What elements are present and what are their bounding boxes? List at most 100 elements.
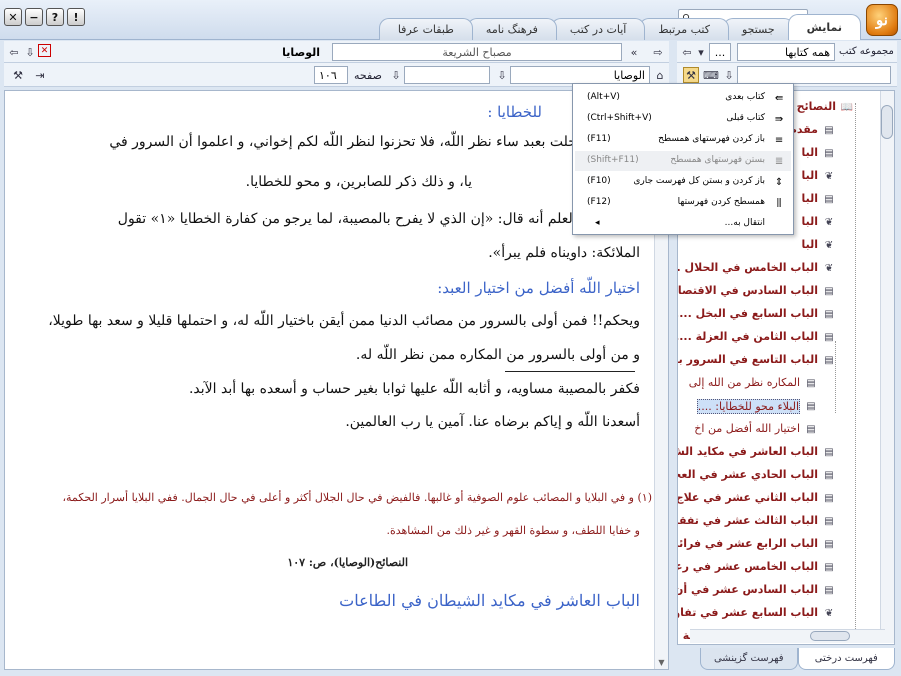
tree-node[interactable]: ▤ البلاء محو للخطايا: .... (678, 396, 878, 416)
flatten-icon: ⫼ (776, 197, 782, 209)
more-button[interactable]: ... (709, 43, 731, 61)
text-line: يا، و ذلك ذكر للصابرين، و محو للخطايا. (245, 174, 472, 190)
keyboard-icon[interactable]: ⌨ (703, 67, 719, 83)
tag-icon[interactable]: ⌂ (652, 67, 668, 83)
tree-node[interactable]: ▤ الباب التاسع في السرور به (678, 350, 878, 370)
book-title-field[interactable]: مصباح الشریعة (332, 43, 622, 61)
next-chapter-heading: الباب العاشر في مكايد الشيطان في الطاعات (339, 591, 640, 610)
page-reference: النصائح(الوصايا)، ص: ١٠٧ (287, 556, 408, 569)
menu-item-shortcut: (F11) (587, 134, 611, 144)
tree-node[interactable]: ▤ الباب السادس في الاقتصاد (678, 281, 878, 301)
book-open-icon: 📖 (840, 101, 854, 113)
close-book-icon[interactable]: ✕ (38, 44, 51, 57)
rewind-icon[interactable]: « (626, 44, 642, 60)
tree-node[interactable]: ▤ اختيار الله أفضل من اخ (678, 419, 878, 439)
page-icon: ▤ (824, 469, 834, 481)
export-icon[interactable]: ⇥ (32, 67, 48, 83)
tree-node-label: الباب الثامن في العزلة ..... (677, 330, 818, 343)
leaf-icon: ❦ (824, 262, 834, 274)
tree-node[interactable]: ▤ الباب السادس عشر في أن ا (678, 580, 878, 600)
scroll-down-icon[interactable]: ▼ (656, 658, 667, 667)
tab-3[interactable]: آیات در کتب (550, 18, 646, 40)
back-arrow-icon[interactable]: ⇦ (6, 44, 22, 60)
menu-item-label: کتاب قبلی (726, 113, 765, 123)
page-number-input[interactable]: ١٠٦ (314, 66, 348, 84)
tree-node[interactable]: ▤ الباب الثاني عشر في علاج ا (678, 488, 878, 508)
down-arrow-icon[interactable]: ⇩ (22, 44, 38, 60)
tab-0[interactable]: نمایش (787, 14, 861, 40)
page-select[interactable] (404, 66, 490, 84)
footnote-line: و خفايا اللطف، و سطوة القهر و غير ذلك من… (386, 524, 640, 537)
main-tabs: نمایش جستجو کتب مرتبط آیات در کتب فرهنگ نامه… (140, 14, 861, 40)
tree-node-label: الباب السابع عشر في تفاوت (677, 606, 818, 619)
tree-node-label: الباب الحادي عشر في العجب (677, 468, 818, 481)
tab-4[interactable]: فرهنگ نامه (466, 18, 557, 40)
forward-arrow-icon[interactable]: ⇨ (650, 44, 666, 60)
section-down-icon[interactable]: ⇩ (494, 67, 510, 83)
page-icon: ▤ (806, 423, 816, 435)
tree-node-label: البا (801, 192, 818, 205)
tree-node[interactable]: ▤ الباب الخامس عشر في رعاي (678, 557, 878, 577)
tree-scroll-thumb[interactable] (881, 105, 893, 139)
tree-node[interactable]: ▤ الباب الثالث عشر في تفقد ا (678, 511, 878, 531)
menu-item-4[interactable]: ⇕ باز کردن و بستن کل فهرست جاری (F10) (575, 172, 791, 192)
collection-select[interactable]: همه کتابها (737, 43, 835, 61)
menu-item-2[interactable]: ≡ باز کردن فهرستهای همسطح (F11) (575, 130, 791, 150)
menu-item-0[interactable]: ⇚ کتاب بعدی (Alt+V) (575, 88, 791, 108)
footnote-divider (505, 371, 635, 372)
wrench-icon[interactable]: ⚒ (10, 67, 26, 83)
tab-2[interactable]: کتب مرتبط (639, 18, 729, 40)
tree-scrollbar[interactable] (880, 91, 894, 643)
expand-level-icon: ≡ (774, 134, 784, 146)
tree-node[interactable]: ❦ الباب السابع عشر في تفاوت (678, 603, 878, 623)
section-field[interactable]: الوصايا (510, 66, 650, 84)
tree-node[interactable]: ▤ الباب الرابع عشر في فرائض (678, 534, 878, 554)
tree-hscroll-thumb[interactable] (810, 631, 850, 641)
tree-search-input[interactable] (737, 66, 891, 84)
close-icon[interactable]: ✕ (4, 8, 22, 26)
menu-item-1[interactable]: ⇛ کتاب قبلی (Ctrl+Shift+V) (575, 109, 791, 129)
menu-item-6[interactable]: انتقال به... ◂ (575, 214, 791, 234)
bottom-tab-1[interactable]: فهرست گزینشی (700, 648, 798, 670)
leaf-icon: ❦ (824, 607, 834, 619)
tree-node-label: البا (801, 238, 818, 251)
menu-item-shortcut: (F10) (587, 176, 611, 186)
tree-horizontal-scrollbar[interactable] (690, 629, 885, 643)
tree-node[interactable]: ▤ الباب العاشر في مكايد الش (678, 442, 878, 462)
menu-item-shortcut: (Alt+V) (587, 92, 620, 102)
text-line: و من أولى بالسرور من المكاره ممن نظر الل… (355, 347, 640, 363)
page-icon: ▤ (824, 124, 834, 136)
bottom-tab-0[interactable]: فهرست درختی (797, 648, 895, 670)
tree-node-label: الباب التاسع في السرور به (677, 353, 818, 366)
tree-node-label: البا (801, 215, 818, 228)
text-line: فكفر بالمصيبة مساويه، و أثابه اللّه عليه… (188, 381, 640, 397)
tab-5[interactable]: طبقات عرفا (378, 18, 473, 40)
tree-node[interactable]: ▤ الباب الحادي عشر في العجب (678, 465, 878, 485)
menu-item-3[interactable]: ≣ بستن فهرستهای همسطح (Shift+F11) (575, 151, 791, 171)
page-icon: ▤ (824, 331, 834, 343)
help-icon[interactable]: ? (46, 8, 64, 26)
menu-item-label: انتقال به... (724, 218, 765, 228)
down-arrow-icon[interactable]: ⇩ (721, 67, 737, 83)
page-icon: ▤ (824, 147, 834, 159)
menu-item-5[interactable]: ⫼ همسطح کردن فهرستها (F12) (575, 193, 791, 213)
section-title: الوصايا (282, 45, 320, 59)
wrench-icon[interactable]: ⚒ (683, 67, 699, 83)
tree-node[interactable]: ▤ المكاره نظر من الله إلى (678, 373, 878, 393)
tree-node-label: الباب الثالث عشر في تفقد ا (677, 514, 818, 527)
tree-node[interactable]: ❦ الباب الخامس في الحلال .. (678, 258, 878, 278)
minimize-icon[interactable]: − (25, 8, 43, 26)
viewer-toolbar: ⇦ ⇩ ✕ الوصايا مصباح الشریعة « ⇨ (4, 41, 669, 63)
tree-node[interactable]: ❦ البا (678, 235, 878, 255)
tree-node[interactable]: ▤ الباب السابع في البخل ..... (678, 304, 878, 324)
tab-1[interactable]: جستجو (722, 18, 794, 40)
page-icon: ▤ (824, 561, 834, 573)
tree-node[interactable]: ▤ الباب الثامن في العزلة ..... (678, 327, 878, 347)
dropdown-icon[interactable]: ▾ (693, 44, 709, 60)
book-prev-icon: ⇛ (774, 113, 784, 125)
text-line: هذا مصيبة حلت بعبد ساء نظر اللّه، فلا تح… (109, 134, 640, 150)
tree-node-label: البا (801, 169, 818, 182)
page-icon: ▤ (824, 446, 834, 458)
page-down-icon[interactable]: ⇩ (388, 67, 404, 83)
info-icon[interactable]: ! (67, 8, 85, 26)
